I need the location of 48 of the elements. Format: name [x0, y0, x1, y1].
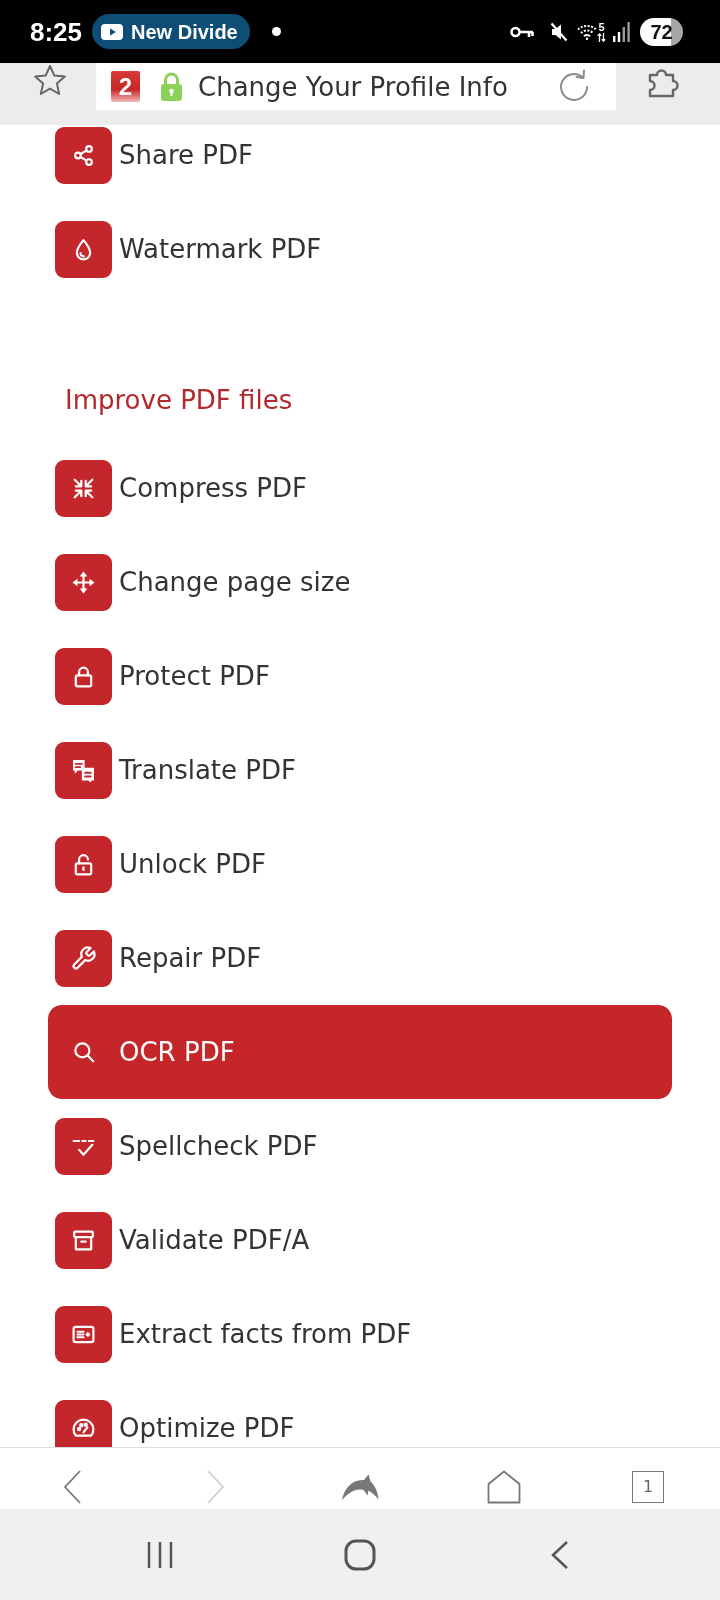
menu-item[interactable]: Repair PDF — [55, 929, 262, 987]
site-badge: 2 — [111, 71, 140, 102]
wifi-icon — [577, 23, 597, 40]
move-arrows-icon — [55, 553, 112, 611]
menu-item[interactable]: Compress PDF — [55, 459, 308, 517]
menu-item[interactable]: Spellcheck PDF — [55, 1117, 318, 1175]
archive-box-icon — [55, 1211, 112, 1269]
recent-apps-icon[interactable] — [146, 1539, 174, 1570]
notification-dot-icon — [271, 27, 281, 36]
wrench-icon — [55, 929, 112, 987]
menu-item[interactable]: Validate PDF/A — [55, 1211, 310, 1269]
dolphin-icon[interactable] — [340, 1472, 380, 1501]
back-icon[interactable] — [550, 1539, 570, 1570]
lock-icon — [55, 647, 112, 705]
menu-item[interactable]: Unlock PDF — [55, 835, 266, 893]
card-icon — [55, 1305, 112, 1363]
battery-indicator: 72 — [640, 17, 683, 46]
media-chip[interactable]: New Divide — [92, 14, 250, 49]
share-icon — [55, 126, 112, 184]
menu-item[interactable]: Optimize PDF — [55, 1399, 295, 1447]
section-title: Improve PDF files — [65, 384, 293, 417]
menu-item[interactable]: OCR PDF — [48, 1005, 672, 1099]
menu-item[interactable]: Translate PDF — [55, 741, 296, 799]
back-icon[interactable] — [62, 1468, 82, 1505]
lock-icon — [160, 71, 183, 102]
network-band-label: 5 — [598, 21, 605, 33]
open-lock-icon — [55, 835, 112, 893]
signal-icon — [613, 21, 630, 42]
arrows-inward-icon — [55, 459, 112, 517]
mute-icon — [550, 21, 568, 42]
key-icon — [510, 24, 534, 39]
check-icon — [55, 1117, 112, 1175]
home-icon[interactable] — [344, 1538, 376, 1571]
page-title: Change Your Profile Info — [198, 70, 508, 103]
menu-item[interactable]: Protect PDF — [55, 647, 270, 705]
clock-time: 8:25 — [30, 16, 83, 47]
menu-item[interactable]: Watermark PDF — [55, 220, 322, 278]
play-icon — [101, 23, 124, 40]
data-arrows-icon — [597, 32, 606, 42]
star-icon[interactable] — [33, 64, 67, 97]
droplet-icon — [55, 220, 112, 278]
menu-item[interactable]: Change page size — [55, 553, 351, 611]
address-field[interactable]: 2 Change Your Profile Info — [96, 63, 616, 110]
speech-bubbles-icon — [55, 741, 112, 799]
home-icon[interactable] — [487, 1469, 521, 1504]
menu-item[interactable]: Share PDF — [55, 126, 253, 184]
menu-item[interactable]: Extract facts from PDF — [55, 1305, 412, 1363]
tab-count[interactable]: 1 — [632, 1470, 664, 1503]
